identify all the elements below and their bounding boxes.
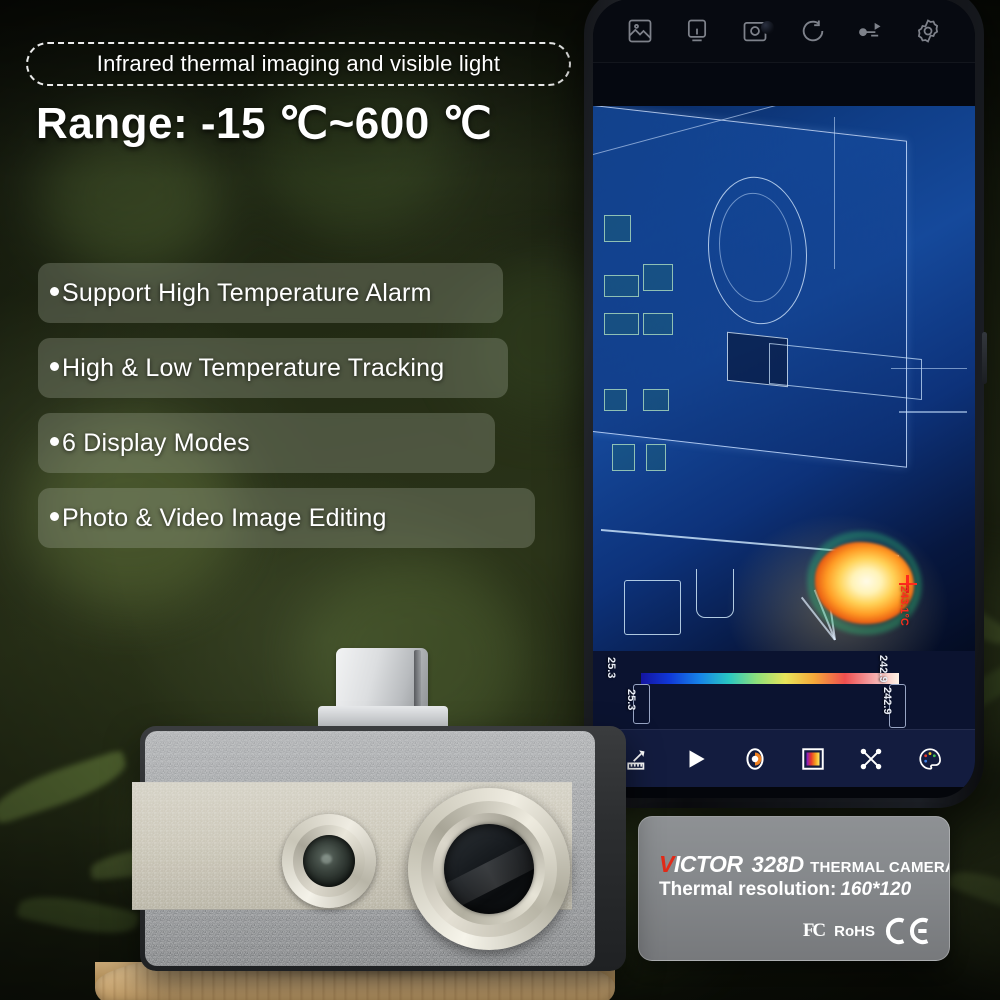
thermal-edge-line bbox=[890, 367, 968, 369]
screen-gap bbox=[593, 63, 975, 106]
thermal-lens-ring-outer bbox=[421, 801, 557, 937]
scale-min-label-outer: 25.3 bbox=[605, 657, 617, 679]
rotate-icon[interactable] bbox=[799, 17, 827, 45]
smartphone: 243.1°C 25.3 25.3 242.9 242.9 bbox=[584, 0, 984, 808]
app-bottom-toolbar bbox=[593, 729, 975, 787]
temperature-scale: 25.3 25.3 242.9 242.9 bbox=[593, 651, 975, 729]
range-text: Range: -15 ℃~600 ℃ bbox=[36, 99, 493, 148]
bullet-icon bbox=[50, 437, 59, 447]
thermal-sticker bbox=[604, 389, 628, 412]
scale-max-label-inner: 242.9 bbox=[881, 687, 893, 715]
image-gallery-icon[interactable] bbox=[626, 17, 654, 45]
thermal-sticker bbox=[604, 274, 639, 297]
crosshair-analysis-icon[interactable] bbox=[858, 746, 884, 772]
product-marketing-image: Infrared thermal imaging and visible lig… bbox=[0, 0, 1000, 1000]
rohs-mark-icon: RoHS bbox=[834, 922, 875, 940]
play-triangle-icon[interactable] bbox=[683, 746, 709, 772]
ce-mark-icon bbox=[885, 916, 933, 946]
scale-max-label-outer: 242.9 bbox=[877, 655, 889, 683]
temperature-reading: 243.1°C bbox=[898, 585, 911, 626]
visible-lens-glass bbox=[303, 835, 355, 887]
certification-marks: FC RoHS bbox=[803, 916, 933, 946]
feature-label-2: 6 Display Modes bbox=[38, 429, 250, 458]
label-brand-row: VICTOR 328D THERMAL CAMERA bbox=[659, 851, 950, 878]
bullet-icon bbox=[50, 362, 59, 372]
thermal-edge-line bbox=[898, 411, 968, 413]
measure-ruler-icon[interactable] bbox=[625, 746, 651, 772]
front-camera-punch-hole bbox=[761, 21, 774, 34]
feature-label-1: High & Low Temperature Tracking bbox=[38, 354, 444, 383]
feature-label-0: Support High Temperature Alarm bbox=[38, 279, 432, 308]
headline-chip: Infrared thermal imaging and visible lig… bbox=[26, 42, 571, 86]
thermal-camera-device bbox=[132, 648, 626, 971]
usb-connector-base bbox=[318, 706, 448, 726]
color-palette-swatch-icon[interactable] bbox=[800, 746, 826, 772]
color-scale-bar bbox=[641, 673, 899, 684]
thermal-hook bbox=[696, 569, 735, 619]
fc-mark-icon: FC bbox=[802, 920, 826, 941]
thermal-sticker bbox=[642, 389, 670, 412]
product-type: THERMAL CAMERA bbox=[810, 859, 950, 876]
video-record-icon[interactable] bbox=[856, 17, 884, 45]
phone-power-button[interactable] bbox=[982, 332, 987, 384]
feature-list: Support High Temperature Alarm High & Lo… bbox=[38, 263, 538, 563]
paint-palette-icon[interactable] bbox=[917, 746, 943, 772]
phone-screen: 243.1°C 25.3 25.3 242.9 242.9 bbox=[593, 0, 975, 798]
app-top-toolbar bbox=[593, 0, 975, 63]
resolution-row: Thermal resolution: 160*120 bbox=[659, 879, 912, 900]
visible-lens-ring bbox=[293, 825, 365, 897]
usb-c-connector bbox=[336, 648, 428, 714]
feature-item: Photo & Video Image Editing bbox=[38, 488, 535, 548]
thermal-edge-line bbox=[833, 116, 836, 270]
device-body bbox=[132, 726, 626, 971]
thermal-image-view[interactable]: 243.1°C bbox=[593, 106, 975, 651]
model-number: 328D bbox=[751, 852, 805, 877]
brand-name: VICTOR bbox=[659, 851, 743, 877]
feature-item: Support High Temperature Alarm bbox=[38, 263, 503, 323]
thermal-sticker bbox=[642, 313, 674, 335]
thermal-sticker bbox=[642, 264, 674, 292]
visible-light-lens bbox=[282, 814, 376, 908]
thermal-lens-glass bbox=[444, 824, 534, 914]
thermal-sticker bbox=[604, 313, 639, 335]
feature-item: High & Low Temperature Tracking bbox=[38, 338, 508, 398]
thermal-sticker bbox=[612, 443, 635, 472]
thermal-sticker bbox=[604, 215, 632, 243]
thermal-lens bbox=[408, 788, 570, 950]
feature-item: 6 Display Modes bbox=[38, 413, 495, 473]
screen-display-icon[interactable] bbox=[683, 17, 711, 45]
bullet-icon bbox=[50, 287, 59, 297]
thermal-sticker bbox=[646, 443, 666, 472]
feature-label-3: Photo & Video Image Editing bbox=[38, 504, 387, 533]
headline-chip-text: Infrared thermal imaging and visible lig… bbox=[96, 51, 501, 76]
gear-icon[interactable] bbox=[914, 17, 942, 45]
contrast-icon[interactable] bbox=[742, 746, 768, 772]
bullet-icon bbox=[50, 512, 59, 522]
scale-min-label-inner: 25.3 bbox=[625, 689, 637, 711]
thermal-icon-box bbox=[623, 580, 681, 635]
product-label-plate: VICTOR 328D THERMAL CAMERA Thermal resol… bbox=[638, 816, 950, 961]
thermal-lens-ring-inner bbox=[433, 813, 545, 925]
